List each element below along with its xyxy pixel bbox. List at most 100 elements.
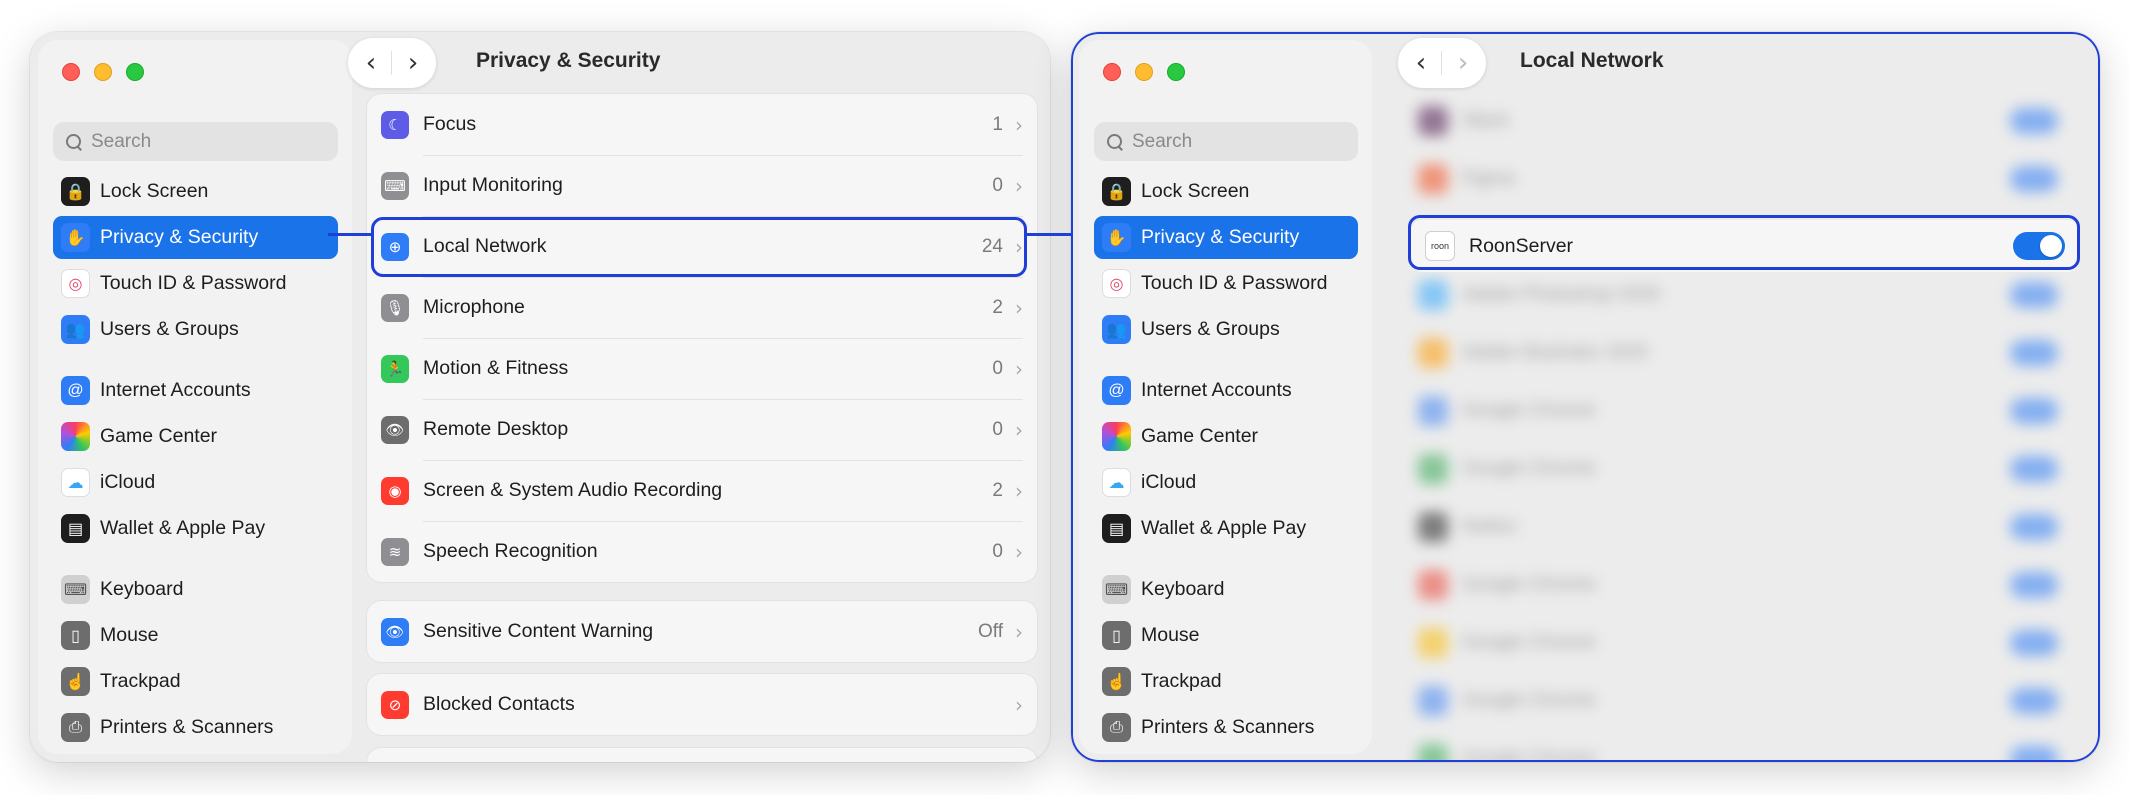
sidebar-item-lock-screen[interactable]: 🔒 Lock Screen — [1094, 170, 1358, 213]
close-button[interactable] — [62, 63, 80, 81]
sidebar-item-label: Wallet & Apple Pay — [100, 517, 266, 539]
app-label: Google Chrome — [1462, 632, 1597, 653]
blurred-app-row: Adobe Photoshop 2025 — [1388, 266, 2090, 324]
toggle — [2010, 108, 2058, 134]
sidebar-item-mouse[interactable]: ▯ Mouse — [1094, 614, 1358, 657]
row-label: Motion & Fitness — [423, 357, 569, 379]
record-icon: ◉ — [381, 476, 409, 505]
sidebar-item-users-groups[interactable]: 👥 Users & Groups — [53, 308, 338, 351]
sensitive-group: 👁 Sensitive Content Warning Off › — [367, 601, 1037, 662]
sidebar-item-touch-id-password[interactable]: ◎ Touch ID & Password — [1094, 262, 1358, 305]
local-network-toggle[interactable] — [2013, 232, 2065, 260]
back-button[interactable]: ‹ — [366, 50, 376, 76]
sidebar-item-printers-scanners[interactable]: ⎙ Printers & Scanners — [53, 706, 338, 749]
minimize-button[interactable] — [94, 63, 112, 81]
waveform-icon: ≋ — [381, 537, 409, 566]
sidebar-item-label: Printers & Scanners — [100, 716, 274, 738]
privacy-row-microphone[interactable]: 🎙 Microphone 2 › — [367, 277, 1037, 338]
back-button[interactable]: ‹ — [1416, 50, 1426, 76]
sidebar-item-lock-screen[interactable]: 🔒 Lock Screen — [53, 170, 338, 213]
fingerprint-icon: ◎ — [1102, 269, 1131, 298]
sidebar-item-label: iCloud — [1141, 471, 1197, 493]
blurred-app-list: Slack Figma RoonServer Adobe Photoshop 2025… — [1388, 32, 2090, 762]
toggle — [2010, 166, 2058, 192]
app-icon — [1418, 570, 1448, 600]
app-label: Slack — [1462, 110, 1509, 131]
sidebar-item-game-center[interactable]: Game Center — [1094, 415, 1358, 458]
close-button[interactable] — [1103, 63, 1121, 81]
game-center-icon — [61, 422, 90, 451]
blurred-app-row: Slack — [1388, 92, 2090, 150]
sidebar: 🔒 Lock Screen ✋ Privacy & Security ◎ Touch ID… — [38, 40, 352, 754]
sidebar-item-users-groups[interactable]: 👥 Users & Groups — [1094, 308, 1358, 351]
app-label: Adobe Photoshop 2025 — [1462, 284, 1661, 305]
sidebar-item-printers-scanners[interactable]: ⎙ Printers & Scanners — [1094, 706, 1358, 749]
privacy-row-local-network[interactable]: ⊕ Local Network 24 › — [367, 216, 1037, 277]
search-input[interactable] — [1132, 130, 1312, 153]
sidebar-item-icloud[interactable]: ☁ iCloud — [53, 461, 338, 504]
privacy-row-input-monitoring[interactable]: ⌨ Input Monitoring 0 › — [367, 155, 1037, 216]
sidebar-item-label: Mouse — [100, 624, 159, 646]
roon-logo-icon: roon — [1425, 231, 1455, 261]
sidebar-item-game-center[interactable]: Game Center — [53, 415, 338, 458]
keyboard-icon: ⌨ — [1102, 575, 1131, 604]
search-input[interactable] — [91, 130, 271, 153]
sidebar-item-touch-id-password[interactable]: ◎ Touch ID & Password — [53, 262, 338, 305]
sidebar-item-internet-accounts[interactable]: @ Internet Accounts — [53, 369, 338, 412]
sidebar-item-label: Lock Screen — [1141, 180, 1250, 202]
blurred-app-row: Google Chrome — [1388, 440, 2090, 498]
sidebar-item-wallet-apple-pay[interactable]: ▤ Wallet & Apple Pay — [1094, 507, 1358, 550]
sidebar-item-label: Lock Screen — [100, 180, 209, 202]
sidebar-item-privacy-security[interactable]: ✋ Privacy & Security — [53, 216, 338, 259]
sidebar-item-trackpad[interactable]: ☝ Trackpad — [1094, 660, 1358, 703]
sidebar-item-mouse[interactable]: ▯ Mouse — [53, 614, 338, 657]
blocked-contacts-row[interactable]: ⊘ Blocked Contacts › — [367, 674, 1037, 735]
trackpad-icon: ☝ — [61, 667, 90, 696]
row-count: 1 — [992, 113, 1003, 135]
users-icon: 👥 — [61, 315, 90, 344]
sidebar-item-keyboard[interactable]: ⌨ Keyboard — [53, 568, 338, 611]
chevron-right-icon: › — [1015, 356, 1023, 381]
sidebar-item-wallet-apple-pay[interactable]: ▤ Wallet & Apple Pay — [53, 507, 338, 550]
privacy-row-speech-recognition[interactable]: ≋ Speech Recognition 0 › — [367, 521, 1037, 582]
privacy-row-remote-desktop[interactable]: 👁 Remote Desktop 0 › — [367, 399, 1037, 460]
app-label: Google Chrome — [1462, 458, 1597, 479]
sidebar-item-privacy-security[interactable]: ✋ Privacy & Security — [1094, 216, 1358, 259]
row-count: 0 — [992, 174, 1003, 196]
forward-button[interactable]: › — [408, 50, 418, 76]
sidebar-item-trackpad[interactable]: ☝ Trackpad — [53, 660, 338, 703]
forward-button[interactable]: › — [1458, 50, 1468, 76]
row-label: Remote Desktop — [423, 418, 569, 440]
sidebar-item-internet-accounts[interactable]: @ Internet Accounts — [1094, 369, 1358, 412]
fingerprint-icon: ◎ — [61, 269, 90, 298]
zoom-button[interactable] — [1167, 63, 1185, 81]
minimize-button[interactable] — [1135, 63, 1153, 81]
search-icon — [1106, 133, 1124, 151]
toggle — [2010, 398, 2058, 424]
blurred-app-row: Figma — [1388, 150, 2090, 208]
blurred-app-row: Google Chrome — [1388, 672, 2090, 730]
blurred-app-row: Adobe Illustrator 2025 — [1388, 324, 2090, 382]
app-icon — [1418, 454, 1448, 484]
app-label: Notion — [1462, 516, 1517, 537]
search-field[interactable] — [53, 122, 338, 161]
sensitive-content-row[interactable]: 👁 Sensitive Content Warning Off › — [367, 601, 1037, 662]
globe-icon: ⊕ — [381, 232, 409, 261]
window-controls — [1103, 63, 1185, 81]
row-count: 2 — [992, 296, 1003, 318]
privacy-row-motion-fitness[interactable]: 🏃 Motion & Fitness 0 › — [367, 338, 1037, 399]
lock-icon: 🔒 — [61, 177, 90, 206]
lock-icon: 🔒 — [1102, 177, 1131, 206]
sidebar-item-label: Privacy & Security — [1141, 226, 1300, 248]
search-field[interactable] — [1094, 122, 1358, 161]
page-title: Local Network — [1520, 49, 1664, 72]
zoom-button[interactable] — [126, 63, 144, 81]
nav-buttons: ‹ › — [348, 38, 436, 88]
row-count: 2 — [992, 479, 1003, 501]
sidebar-item-keyboard[interactable]: ⌨ Keyboard — [1094, 568, 1358, 611]
app-icon — [1418, 106, 1448, 136]
sidebar-item-icloud[interactable]: ☁ iCloud — [1094, 461, 1358, 504]
app-label: Google Chrome — [1462, 400, 1597, 421]
privacy-row-screen-system-audio-recording[interactable]: ◉ Screen & System Audio Recording 2 › — [367, 460, 1037, 521]
privacy-row-focus[interactable]: ☾ Focus 1 › — [367, 94, 1037, 155]
